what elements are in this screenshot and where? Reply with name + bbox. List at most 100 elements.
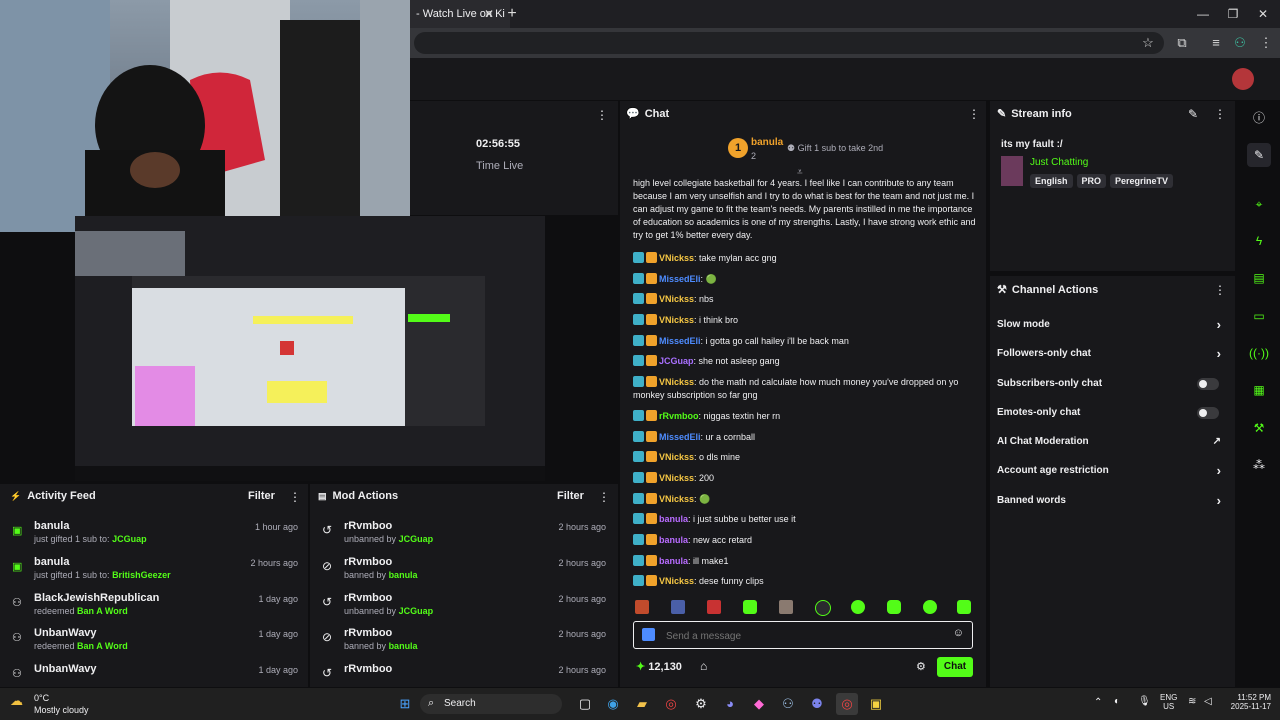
emote-icon[interactable] [923, 600, 937, 614]
stream-tag[interactable]: English [1030, 174, 1073, 188]
stream-panel-menu-icon[interactable]: ⋮ [596, 108, 608, 122]
activity-filter-button[interactable]: Filter [248, 481, 275, 511]
maximize-icon[interactable]: ❐ [1218, 0, 1248, 28]
emote-icon[interactable] [887, 600, 901, 614]
chat-username[interactable]: VNickss [659, 253, 694, 263]
microphone-icon[interactable]: 🎙 [1138, 696, 1151, 707]
chat-username[interactable]: VNickss [659, 494, 694, 504]
chat-username[interactable]: VNickss [659, 452, 694, 462]
chat-username[interactable]: VNickss [659, 294, 694, 304]
chat-input-box[interactable]: ☺ [633, 621, 973, 649]
category-thumbnail[interactable] [1001, 156, 1023, 186]
mod-filter-button[interactable]: Filter [557, 481, 584, 511]
input-language[interactable]: ENG US [1160, 693, 1177, 711]
mod-action-user[interactable]: rRvmboo [344, 663, 392, 675]
emotes-only-toggle[interactable] [1197, 407, 1219, 419]
taskbar-search[interactable]: ⌕ Search [420, 694, 562, 714]
mod-action-user[interactable]: rRvmboo [344, 627, 392, 639]
activity-user[interactable]: UnbanWavy [34, 663, 97, 675]
chat-username[interactable]: MissedEli [659, 336, 701, 346]
activity-user[interactable]: UnbanWavy [34, 627, 97, 639]
chat-icon[interactable]: ▭ [1247, 304, 1271, 328]
emote-icon[interactable] [635, 600, 649, 614]
activity-target[interactable]: BritishGeezer [112, 570, 171, 580]
steam-icon[interactable]: ⚇ [777, 693, 799, 715]
browser-menu-icon[interactable]: ⋮ [1256, 33, 1276, 53]
activity-feed-menu-icon[interactable]: ⋮ [289, 490, 301, 504]
lightning-icon[interactable]: ϟ [1247, 229, 1271, 253]
chat-username[interactable]: banula [659, 556, 688, 566]
emote-icon[interactable] [707, 600, 721, 614]
windows-start-icon[interactable]: ⊞ [394, 693, 416, 715]
clip-icon[interactable]: ⌖ [1247, 192, 1271, 216]
mod-action-target[interactable]: JCGuap [399, 534, 434, 544]
wifi-icon[interactable]: ≋ [1188, 696, 1196, 707]
emote-icon[interactable] [815, 600, 831, 616]
chat-menu-icon[interactable]: ⋮ [968, 107, 980, 121]
slow-mode-row[interactable]: Slow mode › [997, 311, 1229, 339]
activity-user[interactable]: banula [34, 520, 69, 532]
activity-target[interactable]: Ban A Word [77, 606, 128, 616]
stream-tag[interactable]: PRO [1076, 174, 1107, 188]
activity-user[interactable]: BlackJewishRepublican [34, 592, 159, 604]
info-icon[interactable]: ⓘ [1247, 106, 1271, 130]
chat-message-input[interactable] [664, 626, 948, 646]
send-chat-button[interactable]: Chat [937, 657, 973, 677]
account-age-row[interactable]: Account age restriction › [997, 457, 1229, 485]
tray-app-icon[interactable]: ◐ [1114, 696, 1120, 707]
edit-icon[interactable]: ✎ [1247, 143, 1271, 167]
window-close-icon[interactable]: ✕ [1248, 0, 1278, 28]
emote-icon[interactable] [779, 600, 793, 614]
broadcast-icon[interactable]: ((·)) [1247, 341, 1271, 365]
banned-words-row[interactable]: Banned words › [997, 487, 1229, 515]
chat-settings-icon[interactable]: ⚙ [916, 660, 926, 673]
mod-action-target[interactable]: banula [389, 641, 418, 651]
chat-username[interactable]: VNickss [659, 576, 694, 586]
weather-icon[interactable]: ☁ [10, 693, 23, 709]
wrench-tool-icon[interactable]: ⚒ [1247, 416, 1271, 440]
discord-icon[interactable]: ◕ [719, 693, 741, 715]
chat-username[interactable]: JCGuap [659, 356, 694, 366]
activity-user[interactable]: banula [34, 556, 69, 568]
tray-expand-icon[interactable]: ⌃ [1094, 697, 1102, 708]
emoji-picker-icon[interactable]: ☺ [953, 627, 964, 639]
file-explorer-icon[interactable]: ▰ [631, 693, 653, 715]
mod-action-user[interactable]: rRvmboo [344, 592, 392, 604]
emote-icon[interactable] [671, 600, 685, 614]
system-clock[interactable]: 11:52 PM 2025-11-17 [1223, 693, 1271, 711]
channel-points[interactable]: ✦ 12,130 [636, 660, 682, 673]
mod-action-target[interactable]: JCGuap [399, 606, 434, 616]
gift-store-icon[interactable]: ⌂ [700, 659, 707, 673]
new-tab-icon[interactable]: + [504, 0, 520, 28]
ai-moderation-row[interactable]: AI Chat Moderation ↗ [997, 428, 1229, 456]
teams-icon[interactable]: ⚉ [806, 693, 828, 715]
activity-target[interactable]: Ban A Word [77, 641, 128, 651]
tab-close-icon[interactable]: ✕ [482, 0, 496, 28]
identity-badge-icon[interactable] [642, 628, 655, 641]
extensions-icon[interactable]: ⧉ [1172, 33, 1192, 53]
volume-icon[interactable]: ◁ [1204, 696, 1212, 707]
address-input[interactable] [414, 32, 1164, 54]
followers-only-row[interactable]: Followers-only chat › [997, 340, 1229, 368]
mod-action-user[interactable]: rRvmboo [344, 520, 392, 532]
stream-info-menu-icon[interactable]: ⋮ [1214, 107, 1226, 121]
chat-username[interactable]: VNickss [659, 315, 694, 325]
github-icon[interactable]: ⚙ [690, 693, 712, 715]
more-tools-icon[interactable]: ⁂ [1247, 453, 1271, 477]
chat-username[interactable]: banula [659, 514, 688, 524]
chat-username[interactable]: MissedEli [659, 432, 701, 442]
emote-icon[interactable] [957, 600, 971, 614]
mod-action-target[interactable]: banula [389, 570, 418, 580]
channel-actions-menu-icon[interactable]: ⋮ [1214, 283, 1226, 297]
layout-icon[interactable]: ▦ [1247, 378, 1271, 402]
document-icon[interactable]: ▤ [1247, 266, 1271, 290]
emote-icon[interactable] [851, 600, 865, 614]
category-link[interactable]: Just Chatting [1030, 157, 1088, 168]
bookmark-star-icon[interactable]: ☆ [1138, 33, 1158, 53]
chat-username[interactable]: banula [659, 535, 688, 545]
user-avatar[interactable] [1232, 68, 1254, 90]
edge-icon[interactable]: ◉ [602, 693, 624, 715]
chat-username[interactable]: VNickss [659, 377, 694, 387]
emote-icon[interactable] [743, 600, 757, 614]
mod-actions-menu-icon[interactable]: ⋮ [598, 490, 610, 504]
